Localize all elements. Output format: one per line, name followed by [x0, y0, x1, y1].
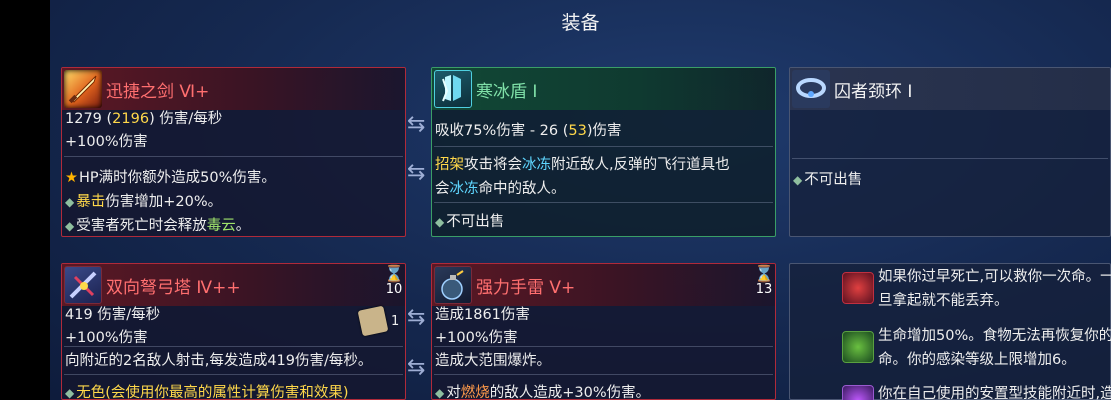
heart-skull-icon — [842, 272, 874, 304]
diamond-bullet-icon: ◆ — [65, 195, 75, 209]
item-damage: 造成1861伤害 — [435, 307, 530, 323]
item-affix-1: ★HP满时你额外造成50%伤害。 — [65, 170, 276, 186]
item-desc-1: 招架攻击将会冰冻附近敌人,反弹的飞行道具也 — [435, 157, 730, 173]
mutation-text-1: 你在自己使用的安置型技能附近时,造 — [878, 386, 1111, 400]
diamond-bullet-icon: ◆ — [435, 215, 445, 229]
vitality-icon — [842, 331, 874, 363]
item-absorb: 吸收75%伤害 - 26 (53)伤害 — [435, 123, 622, 139]
swap-arrow-icon[interactable]: ⇆ — [407, 160, 425, 185]
item-header: 寒冰盾 Ⅰ — [432, 68, 775, 110]
grenade-icon — [434, 266, 472, 304]
item-header: 双向弩弓塔 Ⅳ++ — [62, 264, 405, 306]
diamond-bullet-icon: ◆ — [65, 219, 75, 233]
inventory-screen: 装备 迅捷之剑 Ⅵ+ 1279 (2196) 伤害/每秒 +100%伤害 ★HP… — [50, 0, 1111, 400]
item-dps: 1279 (2196) 伤害/每秒 — [65, 111, 223, 127]
item-header: 囚者颈环 Ⅰ — [790, 68, 1110, 110]
item-card-skill-2[interactable]: 强力手雷 Ⅴ+ ⌛ 13 造成1861伤害 +100%伤害 造成大范围爆炸。 ◆ 对… — [431, 263, 776, 400]
diamond-bullet-icon: ◆ — [793, 173, 803, 187]
item-note: ◆ 不可出售 — [435, 214, 505, 230]
item-name: 迅捷之剑 Ⅵ+ — [106, 82, 210, 102]
item-desc-2: 会冰冻命中的敌人。 — [435, 181, 566, 197]
item-name: 寒冰盾 Ⅰ — [476, 82, 538, 102]
swap-arrow-icon[interactable]: ⇆ — [407, 355, 425, 380]
hourglass-icon: ⌛ — [754, 264, 774, 283]
diamond-bullet-icon: ◆ — [65, 386, 75, 400]
ice-shield-icon — [434, 70, 472, 108]
star-icon: ★ — [65, 170, 78, 186]
screen-title: 装备 — [561, 12, 600, 34]
mutation-text-1: 如果你过早死亡,可以救你一次命。一 — [878, 269, 1111, 285]
mutation-text-2: 命。你的感染等级上限增加6。 — [878, 352, 1076, 368]
item-card-shield[interactable]: 寒冰盾 Ⅰ 吸收75%伤害 - 26 (53)伤害 招架攻击将会冰冻附近敌人,反… — [431, 67, 776, 237]
item-header: 迅捷之剑 Ⅵ+ — [62, 68, 405, 110]
amulet-icon — [792, 70, 830, 108]
cooldown-timer: ⌛ 10 — [382, 264, 405, 298]
item-desc: 造成大范围爆炸。 — [435, 353, 551, 369]
item-bonus: +100%伤害 — [435, 330, 518, 346]
swap-arrow-icon[interactable]: ⇆ — [407, 112, 425, 137]
item-bonus: +100%伤害 — [65, 330, 148, 346]
item-affix-2: ◆ 暴击伤害增加+20%。 — [65, 194, 223, 210]
cooldown-timer: ⌛ 13 — [752, 264, 775, 298]
crossbow-turret-icon — [64, 266, 102, 304]
swap-arrow-icon[interactable]: ⇆ — [407, 305, 425, 330]
item-name: 囚者颈环 Ⅰ — [834, 82, 913, 102]
item-name: 强力手雷 Ⅴ+ — [476, 278, 576, 298]
item-card-weapon-1[interactable]: 迅捷之剑 Ⅵ+ 1279 (2196) 伤害/每秒 +100%伤害 ★HP满时你… — [61, 67, 406, 237]
hourglass-icon: ⌛ — [384, 264, 404, 283]
diamond-bullet-icon: ◆ — [435, 386, 445, 400]
item-note: ◆ 不可出售 — [793, 172, 863, 188]
sword-icon — [64, 70, 102, 108]
mutation-text-1: 生命增加50%。食物无法再恢复你的生 — [878, 328, 1111, 344]
item-card-amulet[interactable]: 囚者颈环 Ⅰ ◆ 不可出售 — [789, 67, 1111, 237]
item-bonus: +100%伤害 — [65, 134, 148, 150]
scroll-icon — [357, 305, 389, 337]
item-affix-3: ◆ 受害者死亡时会释放毒云。 — [65, 218, 251, 234]
item-affix-1: ◆ 对燃烧的敌人造成+30%伤害。 — [435, 385, 651, 400]
item-card-skill-1[interactable]: 双向弩弓塔 Ⅳ++ ⌛ 10 1 419 伤害/每秒 +100%伤害 向附近的2名… — [61, 263, 406, 400]
mutation-text-2: 旦拿起就不能丢弃。 — [878, 293, 1009, 309]
turret-mutation-icon — [842, 385, 874, 400]
item-name: 双向弩弓塔 Ⅳ++ — [106, 278, 241, 298]
item-dps: 419 伤害/每秒 — [65, 307, 161, 323]
scroll-count: 1 — [391, 314, 400, 329]
item-desc: 向附近的2名敌人射击,每发造成419伤害/每秒。 — [65, 353, 373, 369]
item-header: 强力手雷 Ⅴ+ — [432, 264, 775, 306]
item-affix-1: ◆ 无色(会使用你最高的属性计算伤害和效果) — [65, 385, 349, 400]
